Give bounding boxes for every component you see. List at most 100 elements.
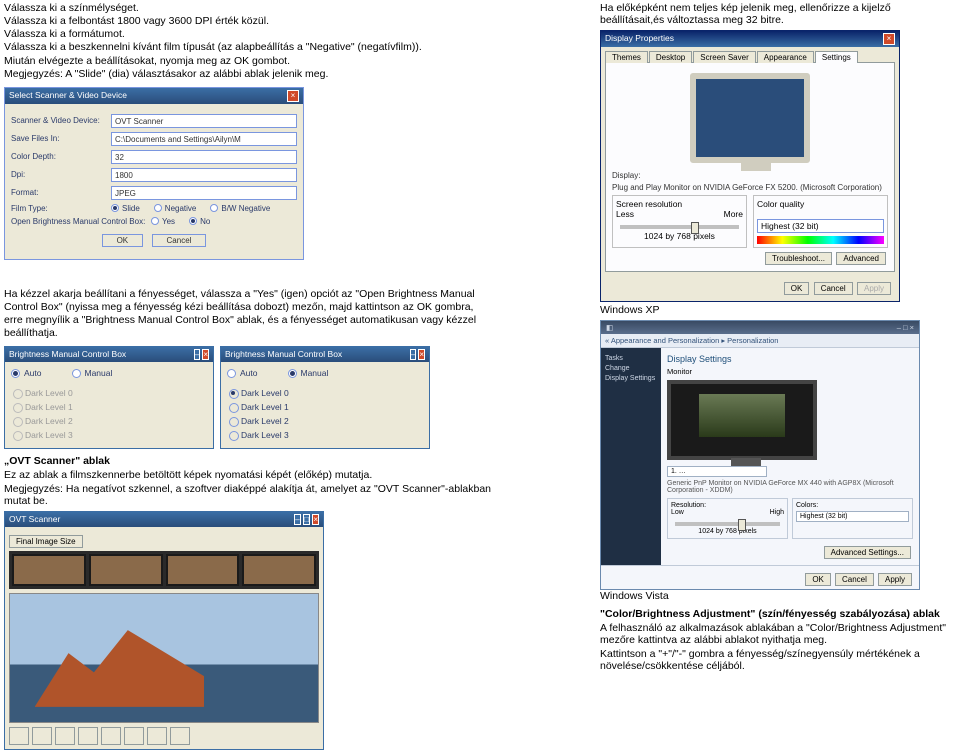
troubleshoot-button[interactable]: Troubleshoot...	[765, 252, 832, 265]
monitor-preview	[667, 380, 817, 460]
film-frame[interactable]	[166, 554, 240, 586]
scanner-settings-dialog: Select Scanner & Video Device × Scanner …	[4, 87, 304, 260]
display-value: Plug and Play Monitor on NVIDIA GeForce …	[612, 183, 888, 192]
vista-caption: Windows Vista	[600, 590, 669, 602]
color-brightness-heading: "Color/Brightness Adjustment" (szín/fény…	[600, 608, 955, 620]
dpi-dropdown[interactable]: 1800	[111, 168, 297, 182]
film-frame[interactable]	[242, 554, 316, 586]
apply-button[interactable]: Apply	[878, 573, 912, 586]
brightness-no-radio[interactable]: No	[189, 217, 210, 226]
tab-screensaver[interactable]: Screen Saver	[693, 51, 755, 63]
color-depth-dropdown[interactable]: 32	[111, 150, 297, 164]
minimize-icon[interactable]: –	[897, 323, 901, 332]
ovt-heading: „OVT Scanner" ablak	[4, 455, 494, 467]
tool-button[interactable]	[78, 727, 98, 745]
display-label: Display:	[612, 171, 888, 180]
tab-settings[interactable]: Settings	[815, 51, 858, 63]
dialog-title: Display Properties	[605, 33, 674, 45]
field-label: Dpi:	[11, 170, 111, 179]
apply-button[interactable]: Apply	[857, 282, 891, 295]
sidebar-item[interactable]: Display Settings	[605, 375, 657, 382]
ovt-text: Ez az ablak a filmszkennerbe betöltött k…	[4, 469, 494, 481]
device-dropdown[interactable]: OVT Scanner	[111, 114, 297, 128]
dialog-titlebar: Select Scanner & Video Device ×	[5, 88, 303, 104]
filmstrip	[9, 551, 319, 589]
dark-level-option[interactable]: Dark Level 2	[227, 414, 423, 428]
dark-level-option[interactable]: Dark Level 0	[227, 386, 423, 400]
manual-radio[interactable]: Manual	[288, 368, 329, 378]
field-label: Format:	[11, 188, 111, 197]
final-image-size-menu[interactable]: Final Image Size	[9, 535, 83, 548]
minimize-icon[interactable]: –	[294, 514, 300, 525]
field-label: Save Files In:	[11, 134, 111, 143]
sidebar-item[interactable]: Change	[605, 365, 657, 372]
close-icon[interactable]: ×	[910, 323, 914, 332]
close-icon[interactable]: ×	[883, 33, 895, 45]
tool-button[interactable]	[124, 727, 144, 745]
minimize-icon[interactable]: –	[194, 349, 200, 360]
dark-level-option[interactable]: Dark Level 1	[227, 400, 423, 414]
instruction-line: Válassza ki a felbontást 1800 vagy 3600 …	[4, 15, 494, 28]
cancel-button[interactable]: Cancel	[152, 234, 207, 247]
format-dropdown[interactable]: JPEG	[111, 186, 297, 200]
instructions-block: Válassza ki a színmélységet. Válassza ki…	[4, 2, 494, 81]
brightness-dialog-auto: Brightness Manual Control Box – × Auto M…	[4, 346, 214, 449]
tool-button[interactable]	[32, 727, 52, 745]
color-quality-dropdown[interactable]: Highest (32 bit)	[757, 219, 884, 233]
tool-button[interactable]	[147, 727, 167, 745]
advanced-settings-button[interactable]: Advanced Settings...	[824, 546, 911, 559]
brightness-instruction-text: Ha kézzel akarja beállítani a fényessége…	[4, 288, 494, 341]
film-frame[interactable]	[12, 554, 86, 586]
ok-button[interactable]: OK	[784, 282, 810, 295]
field-label: Film Type:	[11, 204, 111, 213]
cancel-button[interactable]: Cancel	[814, 282, 853, 295]
ok-button[interactable]: OK	[805, 573, 831, 586]
breadcrumb[interactable]: « Appearance and Personalization ▸ Perso…	[601, 334, 919, 348]
toolbar	[9, 727, 319, 745]
close-icon[interactable]: ×	[312, 514, 319, 525]
close-icon[interactable]: ×	[287, 90, 299, 102]
ovt-text: Megjegyzés: Ha negatívot szkennel, a szo…	[4, 483, 494, 507]
instruction-line: Válassza ki a színmélységet.	[4, 2, 494, 15]
field-label: Open Brightness Manual Control Box:	[11, 217, 151, 226]
advanced-button[interactable]: Advanced	[836, 252, 886, 265]
dark-level-option[interactable]: Dark Level 3	[227, 428, 423, 442]
instruction-line: Válassza ki a beszkennelni kívánt film t…	[4, 41, 494, 54]
brightness-dialog-manual: Brightness Manual Control Box – × Auto M…	[220, 346, 430, 449]
ok-button[interactable]: OK	[102, 234, 144, 247]
dialog-title: OVT Scanner	[9, 514, 60, 525]
auto-radio[interactable]: Auto	[227, 368, 258, 378]
cancel-button[interactable]: Cancel	[835, 573, 874, 586]
resolution-slider[interactable]	[675, 522, 780, 526]
tool-button[interactable]	[170, 727, 190, 745]
tool-button[interactable]	[55, 727, 75, 745]
colors-dropdown[interactable]: Highest (32 bit)	[796, 511, 909, 522]
page-title: Display Settings	[667, 354, 913, 364]
monitor-dropdown[interactable]: 1. …	[667, 466, 767, 477]
preview-image	[9, 593, 319, 723]
resolution-slider[interactable]	[620, 225, 739, 229]
film-type-bw-radio[interactable]: B/W Negative	[210, 204, 270, 213]
manual-radio[interactable]: Manual	[72, 368, 113, 378]
auto-radio[interactable]: Auto	[11, 368, 42, 378]
tab-desktop[interactable]: Desktop	[649, 51, 692, 63]
colors-label: Colors:	[796, 502, 909, 509]
film-frame[interactable]	[89, 554, 163, 586]
tool-button[interactable]	[101, 727, 121, 745]
monitor-label: Monitor	[667, 367, 913, 376]
tool-button[interactable]	[9, 727, 29, 745]
close-icon[interactable]: ×	[202, 349, 209, 360]
close-icon[interactable]: ×	[418, 349, 425, 360]
maximize-icon[interactable]: □	[303, 514, 310, 525]
tab-appearance[interactable]: Appearance	[757, 51, 814, 63]
display-properties-dialog: Display Properties × Themes Desktop Scree…	[600, 30, 900, 302]
film-type-negative-radio[interactable]: Negative	[154, 204, 197, 213]
film-type-slide-radio[interactable]: Slide	[111, 204, 140, 213]
brightness-yes-radio[interactable]: Yes	[151, 217, 175, 226]
minimize-icon[interactable]: –	[410, 349, 416, 360]
dark-level-option: Dark Level 0	[11, 386, 207, 400]
maximize-icon[interactable]: □	[903, 323, 908, 332]
save-path-field[interactable]: C:\Documents and Settings\Ailyn\M	[111, 132, 297, 146]
tab-themes[interactable]: Themes	[605, 51, 648, 63]
monitor-description: Generic PnP Monitor on NVIDIA GeForce MX…	[667, 480, 913, 494]
